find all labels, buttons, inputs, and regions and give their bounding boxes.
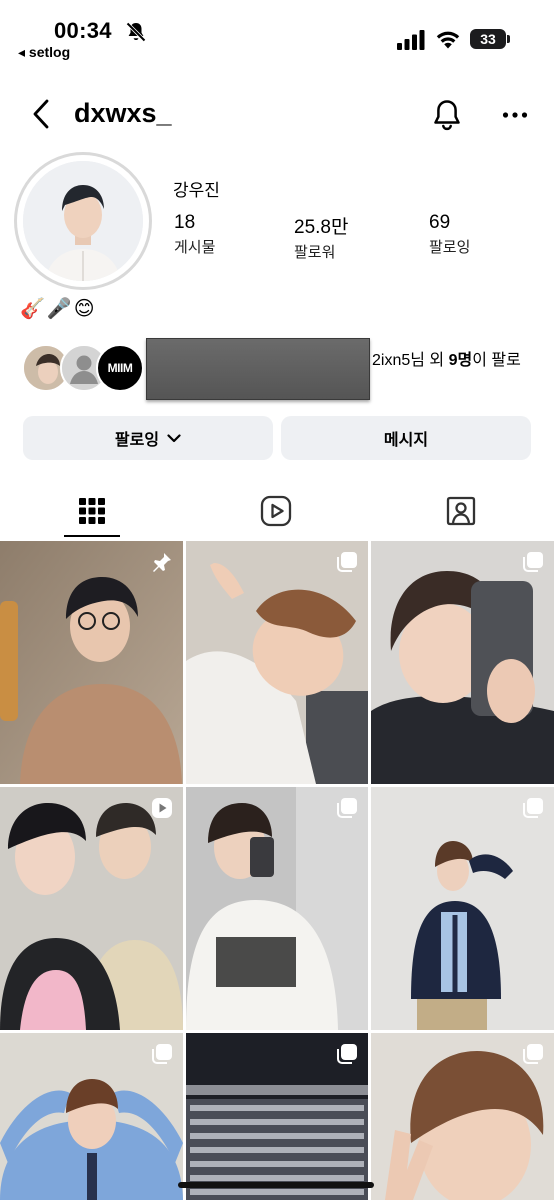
mutual-suffix: 님 외 [410,352,449,369]
grid-post-8[interactable] [186,1033,368,1200]
mutual-followers-text[interactable]: 2ixn5님 외 9명이 팔로 [372,346,521,370]
chevron-left-icon [33,99,49,129]
followers-stat[interactable]: 25.8만 팔로워 [294,212,348,262]
mutual-name: 2ixn5 [372,352,411,369]
multi-post-icon [523,798,543,818]
mutual-avatar-3[interactable]: MIIM [96,344,144,392]
ellipsis-icon [502,112,528,118]
chevron-down-icon [167,433,181,442]
status-time: 00:34 [54,18,112,43]
grid-post-4[interactable] [0,787,183,1030]
mutual-suffix-2: 이 팔로 [472,352,521,369]
posts-label: 게시물 [174,239,216,256]
followers-label: 팔로워 [294,244,336,261]
profile-username: dxwxs_ [74,98,172,128]
multi-post-icon [337,1044,357,1064]
multi-post-icon [152,1044,172,1064]
post-thumbnail [0,541,183,784]
post-thumbnail [186,541,368,784]
cellular-signal-icon [397,30,425,50]
grid-post-1[interactable] [0,541,183,784]
battery-cap [507,35,510,43]
tagged-user-icon [446,496,476,526]
grid-post-3[interactable] [371,541,554,784]
pin-icon [153,553,171,572]
grid-icon [79,498,105,524]
following-stat[interactable]: 69 팔로잉 [429,212,470,257]
following-button-label: 팔로잉 [114,432,160,449]
battery-indicator: 33 [470,29,506,49]
post-thumbnail [186,787,368,1030]
following-label: 팔로잉 [429,239,471,256]
reel-icon [152,798,172,818]
multi-post-icon [523,552,543,572]
posts-count: 18 [174,212,196,233]
avatar-portrait [23,161,143,281]
followers-count: 25.8만 [294,217,349,238]
profile-avatar-ring[interactable] [14,152,152,290]
back-to-app-link[interactable]: ◂ setlog [18,44,70,61]
multi-post-icon [337,798,357,818]
wifi-icon [436,31,460,49]
bio-text: 🎸🎤😊 [20,298,97,320]
active-tab-indicator [64,535,120,537]
mutual-count: 9명 [448,352,473,369]
more-options-button[interactable] [494,98,536,132]
grid-post-9[interactable] [371,1033,554,1200]
grid-post-2[interactable] [186,541,368,784]
post-thumbnail [371,541,554,784]
grid-post-7[interactable] [0,1033,183,1200]
display-name: 강우진 [173,181,220,200]
tab-tagged[interactable] [433,484,489,538]
message-button-label: 메시지 [383,432,429,449]
redaction-block [146,338,370,400]
multi-post-icon [337,552,357,572]
following-count: 69 [429,212,451,233]
tab-reels[interactable] [248,484,304,538]
notifications-button[interactable] [428,96,466,134]
back-button[interactable] [24,96,58,132]
post-thumbnail [0,787,183,1030]
following-button[interactable]: 팔로잉 [23,416,273,460]
profile-avatar [23,161,143,281]
bell-icon [434,100,460,131]
posts-stat[interactable]: 18 게시물 [174,212,215,257]
post-thumbnail [371,787,554,1030]
reels-icon [260,495,292,527]
grid-post-6[interactable] [371,787,554,1030]
grid-post-5[interactable] [186,787,368,1030]
multi-post-icon [523,1044,543,1064]
tab-posts-grid[interactable] [64,484,120,538]
home-indicator[interactable] [178,1182,374,1188]
mutual-logo-text: MIIM [107,361,133,375]
bell-slash-icon [126,22,146,42]
message-button[interactable]: 메시지 [281,416,531,460]
